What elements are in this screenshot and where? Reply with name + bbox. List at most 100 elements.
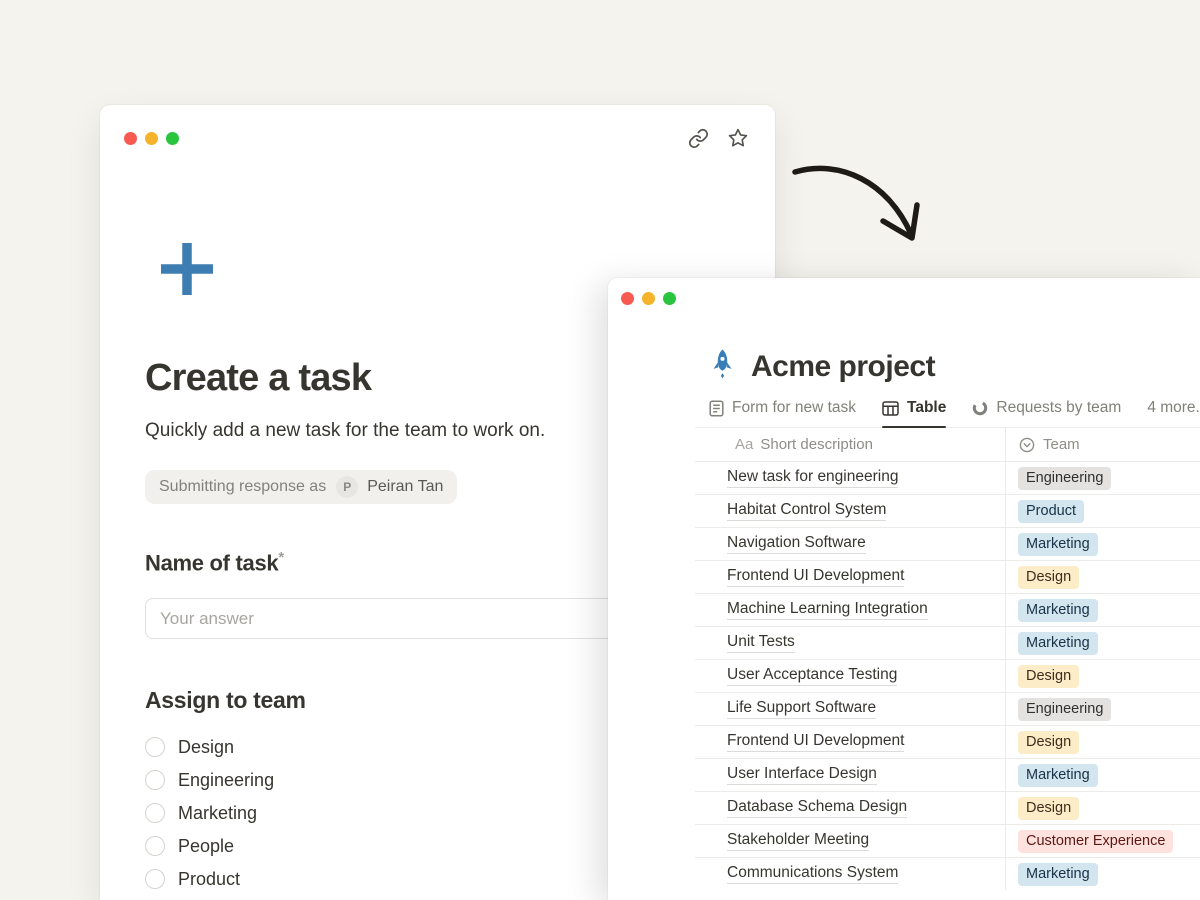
- team-tag[interactable]: Marketing: [1018, 599, 1098, 622]
- team-option-label: Engineering: [178, 770, 274, 791]
- table-header-row: Aa Short description Team: [695, 428, 1200, 461]
- team-tag[interactable]: Design: [1018, 797, 1079, 820]
- curved-arrow-graphic: [785, 158, 930, 258]
- team-cell[interactable]: Engineering: [1006, 462, 1200, 494]
- description-cell[interactable]: Stakeholder Meeting: [695, 825, 1006, 857]
- radio-button[interactable]: [145, 737, 165, 757]
- close-window-button[interactable]: [621, 292, 634, 305]
- radio-button[interactable]: [145, 770, 165, 790]
- team-cell[interactable]: Design: [1006, 726, 1200, 758]
- radio-button[interactable]: [145, 803, 165, 823]
- minimize-window-button[interactable]: [642, 292, 655, 305]
- description-cell[interactable]: Frontend UI Development: [695, 561, 1006, 593]
- column-header-short-description[interactable]: Aa Short description: [695, 428, 1006, 461]
- window-controls: [124, 132, 179, 145]
- tab-more-views[interactable]: 4 more...: [1147, 399, 1200, 427]
- team-option-label: Design: [178, 737, 234, 758]
- link-icon[interactable]: [687, 127, 709, 149]
- avatar: P: [336, 476, 358, 498]
- radio-button[interactable]: [145, 836, 165, 856]
- table-row: Communications System Marketing: [695, 857, 1200, 890]
- view-tabs: Form for new task Table: [695, 399, 1200, 428]
- team-tag[interactable]: Design: [1018, 566, 1079, 589]
- project-page: Acme project Form for new task: [695, 349, 1200, 890]
- zoom-window-button[interactable]: [166, 132, 179, 145]
- tab-requests-by-team[interactable]: Requests by team: [972, 399, 1121, 427]
- table-row: Frontend UI Development Design: [695, 725, 1200, 758]
- team-option-label: Product: [178, 869, 240, 890]
- team-tag[interactable]: Product: [1018, 500, 1084, 523]
- table-body: New task for engineering Engineering Hab…: [695, 461, 1200, 890]
- table-row: Habitat Control System Product: [695, 494, 1200, 527]
- team-cell[interactable]: Product: [1006, 495, 1200, 527]
- description-cell[interactable]: Habitat Control System: [695, 495, 1006, 527]
- submitting-as-badge: Submitting response as P Peiran Tan: [145, 470, 457, 504]
- team-tag[interactable]: Engineering: [1018, 467, 1111, 490]
- team-cell[interactable]: Marketing: [1006, 858, 1200, 890]
- team-tag[interactable]: Marketing: [1018, 533, 1098, 556]
- table-row: User Interface Design Marketing: [695, 758, 1200, 791]
- window-controls: [621, 292, 676, 305]
- radio-button[interactable]: [145, 869, 165, 889]
- team-cell[interactable]: Marketing: [1006, 594, 1200, 626]
- form-icon: [709, 400, 724, 417]
- page-title: Acme project: [751, 350, 935, 384]
- team-tag[interactable]: Marketing: [1018, 632, 1098, 655]
- close-window-button[interactable]: [124, 132, 137, 145]
- description-cell[interactable]: Communications System: [695, 858, 1006, 890]
- team-option-label: Marketing: [178, 803, 257, 824]
- column-header-team[interactable]: Team: [1006, 428, 1200, 461]
- plus-icon: [159, 241, 215, 297]
- description-cell[interactable]: Frontend UI Development: [695, 726, 1006, 758]
- table-row: Frontend UI Development Design: [695, 560, 1200, 593]
- select-property-icon: [1019, 437, 1035, 453]
- table-row: Stakeholder Meeting Customer Experience: [695, 824, 1200, 857]
- rocket-icon: [709, 349, 736, 384]
- description-cell[interactable]: Unit Tests: [695, 627, 1006, 659]
- team-cell[interactable]: Marketing: [1006, 759, 1200, 791]
- zoom-window-button[interactable]: [663, 292, 676, 305]
- team-tag[interactable]: Marketing: [1018, 764, 1098, 787]
- team-cell[interactable]: Engineering: [1006, 693, 1200, 725]
- chart-icon: [972, 400, 988, 416]
- description-cell[interactable]: Machine Learning Integration: [695, 594, 1006, 626]
- description-cell[interactable]: User Interface Design: [695, 759, 1006, 791]
- database-table: Aa Short description Team Ne: [695, 428, 1200, 890]
- submitter-name: Peiran Tan: [367, 478, 443, 496]
- title-property-icon: Aa: [735, 436, 753, 453]
- description-cell[interactable]: Database Schema Design: [695, 792, 1006, 824]
- team-cell[interactable]: Design: [1006, 660, 1200, 692]
- description-cell[interactable]: Navigation Software: [695, 528, 1006, 560]
- submitting-as-label: Submitting response as: [159, 478, 326, 496]
- team-cell[interactable]: Design: [1006, 561, 1200, 593]
- table-row: Database Schema Design Design: [695, 791, 1200, 824]
- description-cell[interactable]: Life Support Software: [695, 693, 1006, 725]
- team-tag[interactable]: Customer Experience: [1018, 830, 1173, 853]
- table-icon: [882, 401, 899, 416]
- tab-form-for-new-task[interactable]: Form for new task: [709, 399, 856, 427]
- table-row: New task for engineering Engineering: [695, 461, 1200, 494]
- team-tag[interactable]: Engineering: [1018, 698, 1111, 721]
- table-row: Life Support Software Engineering: [695, 692, 1200, 725]
- star-icon[interactable]: [727, 127, 749, 149]
- description-cell[interactable]: User Acceptance Testing: [695, 660, 1006, 692]
- team-cell[interactable]: Customer Experience: [1006, 825, 1200, 857]
- table-window-titlebar: [608, 278, 1200, 305]
- team-tag[interactable]: Design: [1018, 665, 1079, 688]
- table-window: Acme project Form for new task: [608, 278, 1200, 900]
- team-tag[interactable]: Design: [1018, 731, 1079, 754]
- minimize-window-button[interactable]: [145, 132, 158, 145]
- table-row: Unit Tests Marketing: [695, 626, 1200, 659]
- screenshot-root: Create a task Quickly add a new task for…: [0, 0, 1200, 900]
- team-cell[interactable]: Marketing: [1006, 627, 1200, 659]
- table-row: Machine Learning Integration Marketing: [695, 593, 1200, 626]
- tab-table[interactable]: Table: [882, 399, 946, 427]
- team-cell[interactable]: Marketing: [1006, 528, 1200, 560]
- team-option-label: People: [178, 836, 234, 857]
- table-row: User Acceptance Testing Design: [695, 659, 1200, 692]
- required-mark: *: [278, 549, 284, 566]
- team-cell[interactable]: Design: [1006, 792, 1200, 824]
- team-tag[interactable]: Marketing: [1018, 863, 1098, 886]
- form-window-titlebar: [100, 105, 775, 149]
- description-cell[interactable]: New task for engineering: [695, 462, 1006, 494]
